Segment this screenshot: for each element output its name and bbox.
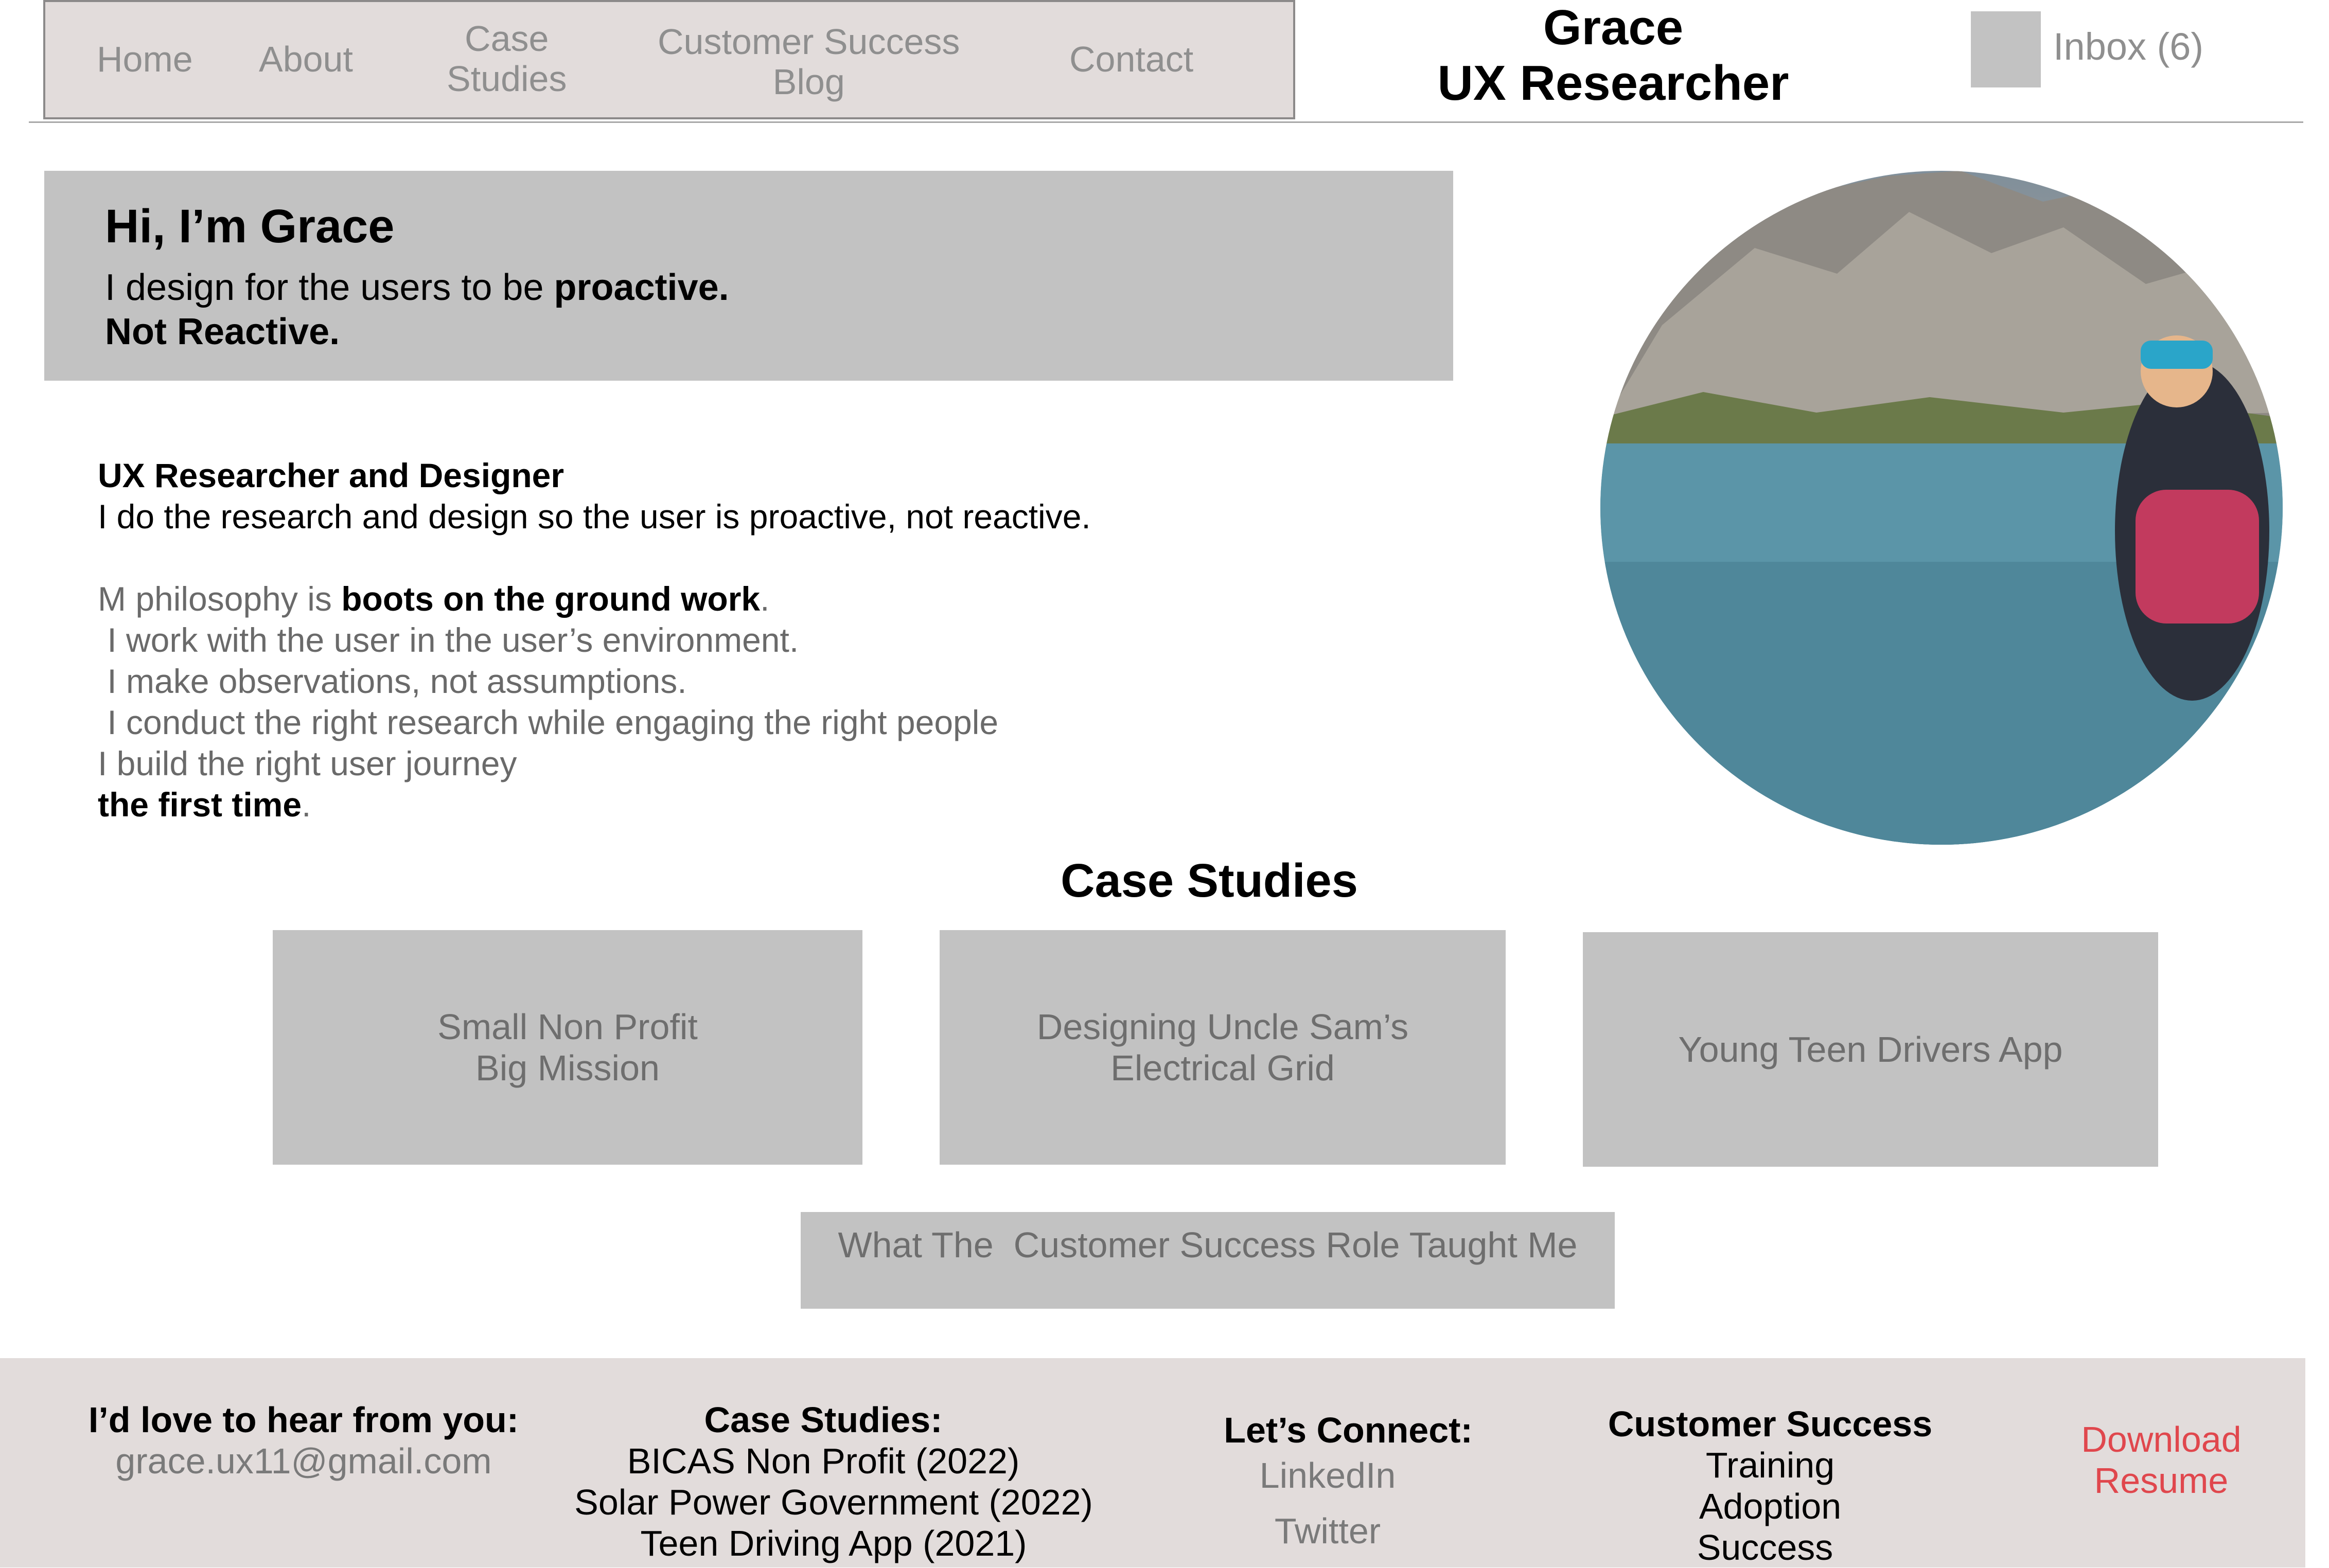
bio-philosophy: M philosophy is boots on the ground work… [98,578,769,619]
bio-closing-bold: the first time [98,786,302,824]
card-line-2: Electrical Grid [1110,1048,1335,1088]
case-study-card-nonprofit[interactable]: Small Non Profit Big Mission [273,930,862,1165]
brand-name: Grace [1543,0,1684,55]
hero-tagline-bold: proactive. [554,267,729,308]
hero-title: Hi, I’m Grace [105,200,395,253]
inbox-link[interactable]: Inbox (6) [2053,25,2203,68]
bio-point: I make observations, not assumptions. [98,662,687,700]
bio-closing-end: . [302,786,311,824]
footer-cs-link[interactable]: Adoption [1595,1486,1945,1527]
footer-linkedin-link[interactable]: LinkedIn [1199,1455,1456,1496]
download-resume-label-2: Resume [2094,1460,2229,1501]
footer-connect-heading: Let’s Connect: [1224,1410,1473,1450]
header-divider [29,121,2303,123]
card-line-2: Big Mission [475,1048,660,1088]
case-study-card-electrical-grid[interactable]: Designing Uncle Sam’s Electrical Grid [940,930,1506,1165]
top-nav: Home About Case Studies Customer Success… [43,0,1295,119]
card-line-1: Small Non Profit [437,1007,698,1047]
bio-philosophy-text: M philosophy is [98,580,342,618]
bio-point: I work with the user in the user’s envir… [98,621,799,659]
brand-role: UX Researcher [1437,56,1789,111]
nav-case-studies-label-2: Studies [447,59,567,99]
nav-blog-label: Customer Success [658,22,960,62]
nav-home[interactable]: Home [97,39,193,79]
nav-customer-success-blog[interactable]: Customer Success Blog [658,22,960,102]
profile-photo [1600,171,2283,845]
footer-case-study-link[interactable]: Solar Power Government (2022) [566,1482,1101,1523]
hero-tagline-text: I design for the users to be [105,267,554,308]
case-study-card-customer-success[interactable]: What The Customer Success Role Taught Me [801,1212,1615,1309]
footer-cs-link[interactable]: Training [1595,1445,1945,1486]
card-line-1: What The Customer Success Role Taught Me [838,1225,1578,1265]
bio-point: I build the right user journey [98,744,517,782]
hero-tagline-2: Not Reactive. [105,311,340,352]
download-resume-button[interactable]: Download Resume [2033,1419,2290,1501]
profile-photo-illustration [1600,171,2283,845]
case-study-card-label: Small Non Profit Big Mission [437,1006,698,1089]
footer-case-study-link[interactable]: Teen Driving App (2021) [566,1523,1101,1564]
case-study-card-label: Designing Uncle Sam’s Electrical Grid [1037,1006,1408,1089]
footer-email-link[interactable]: grace.ux11@gmail.com [77,1440,530,1482]
hero-tagline: I design for the users to be proactive. [105,266,729,309]
bio-point: I conduct the right research while engag… [98,703,999,741]
footer-contact-heading: I’d love to hear from you: [88,1400,519,1440]
nav-about-label: About [259,39,353,79]
card-line-1: Designing Uncle Sam’s [1036,1007,1409,1047]
footer-customer-success-heading: Customer Success [1608,1404,1933,1444]
bio-philosophy-bold: boots on the ground work [341,580,761,618]
case-study-card-teen-drivers[interactable]: Young Teen Drivers App [1583,932,2158,1167]
case-study-card-label: Young Teen Drivers App [1678,1029,2062,1070]
nav-case-studies-label: Case [465,19,549,59]
bio-summary: I do the research and design so the user… [98,497,1091,536]
footer-case-studies-heading: Case Studies: [704,1400,943,1440]
case-studies-title: Case Studies [1061,854,1358,907]
bio-heading: UX Researcher and Designer [98,456,564,494]
nav-home-label: Home [97,39,193,79]
bio-philosophy-end: . [760,580,770,618]
site-brand: Grace UX Researcher [1369,0,1858,111]
nav-about[interactable]: About [259,39,353,79]
nav-contact-label: Contact [1069,39,1194,79]
footer-cs-link[interactable]: Success [1595,1527,1935,1568]
footer-case-study-link[interactable]: BICAS Non Profit (2022) [566,1440,1081,1482]
inbox-icon[interactable] [1971,11,2041,87]
download-resume-label: Download [2081,1419,2242,1459]
card-line-1: Young Teen Drivers App [1678,1029,2063,1070]
bio-closing: the first time. [98,784,311,825]
footer-twitter-link[interactable]: Twitter [1199,1510,1456,1552]
nav-case-studies[interactable]: Case Studies [447,19,567,99]
nav-contact[interactable]: Contact [1069,39,1193,79]
nav-blog-label-2: Blog [772,62,845,102]
